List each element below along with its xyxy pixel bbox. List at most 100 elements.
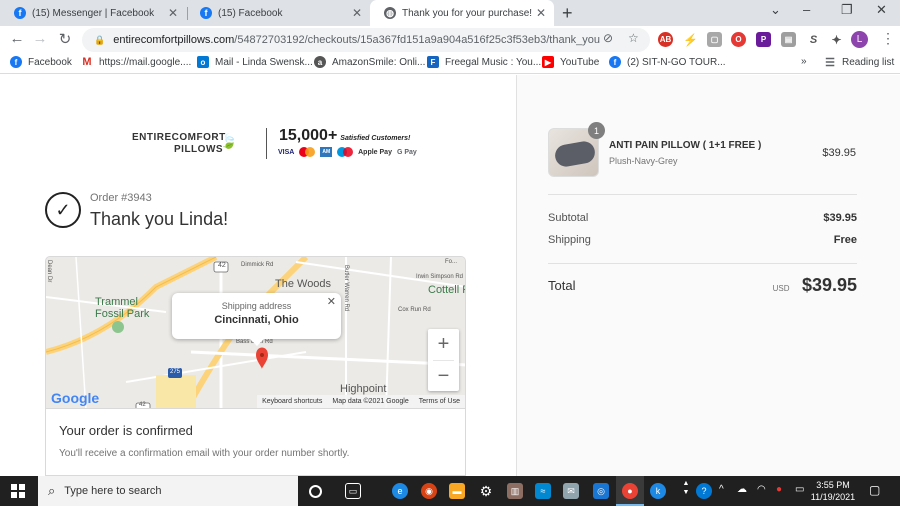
bookmark-youtube[interactable]: ▶ YouTube <box>542 56 599 68</box>
task-view-icon[interactable]: ▭ <box>345 483 361 499</box>
tray-chevron-icon[interactable]: ^ <box>719 484 724 495</box>
tab-thank-you[interactable]: ◍ Thank you for your purchase! - E ✕ <box>370 0 554 26</box>
file-explorer-icon[interactable]: ▬ <box>449 483 465 499</box>
zoom-out-button[interactable]: − <box>428 361 459 392</box>
leaf-icon: 🍃 <box>220 133 238 149</box>
confirmed-message: You'll receive a confirmation email with… <box>59 448 350 459</box>
order-summary: 1 ANTI PAIN PILLOW ( 1+1 FREE ) Plush-Na… <box>516 75 900 476</box>
close-icon[interactable]: ✕ <box>327 295 336 308</box>
puzzle-icon[interactable]: ✦ <box>829 32 844 47</box>
tab-search-icon[interactable]: ⌄ <box>770 2 781 18</box>
brand-line-2: PILLOWS <box>174 144 224 155</box>
subtotal-row: Subtotal $39.95 <box>548 212 857 224</box>
amazon-icon: a <box>314 56 326 68</box>
onedrive-icon[interactable]: ☁ <box>737 484 747 495</box>
close-tab-icon[interactable]: ✕ <box>350 6 364 20</box>
close-tab-icon[interactable]: ✕ <box>166 6 180 20</box>
brand-logo[interactable]: ENTIRECOMFORT PILLOWS 🍃 <box>132 132 237 156</box>
media-player-icon[interactable]: ◉ <box>421 483 437 499</box>
books-icon[interactable]: ▥ <box>507 483 523 499</box>
bookmark-label: Mail - Linda Swensk... <box>215 56 313 68</box>
product-variant: Plush-Navy-Grey <box>609 156 678 166</box>
google-logo[interactable]: Google <box>51 390 99 406</box>
customers-banner: 15,000+ Satisfied Customers! <box>279 127 410 145</box>
road-label: Dimmick Rd <box>241 262 274 268</box>
back-icon[interactable]: ← <box>7 30 27 47</box>
help-icon[interactable]: ? <box>696 483 712 499</box>
bookmark-amazon[interactable]: a AmazonSmile: Onli... <box>314 56 425 68</box>
keyboard-shortcuts-link[interactable]: Keyboard shortcuts <box>257 398 327 405</box>
shipping-row: Shipping Free <box>548 234 857 246</box>
facebook-icon: f <box>200 7 212 19</box>
p-extension-icon[interactable]: P <box>756 32 771 47</box>
bookmark-facebook[interactable]: f Facebook <box>10 56 72 68</box>
clock-date: 11/19/2021 <box>810 492 856 502</box>
thank-you-heading: Thank you Linda! <box>90 209 229 229</box>
phone-link-icon[interactable]: ◎ <box>593 483 609 499</box>
apple-pay-icon: Apple Pay <box>358 148 392 156</box>
mail-icon[interactable]: ✉ <box>563 483 579 499</box>
brand-line-1: ENTIRECOMFORT <box>132 132 226 143</box>
place-the-woods: The Woods <box>275 278 332 290</box>
bookmark-outlook[interactable]: o Mail - Linda Swensk... <box>197 56 313 68</box>
tab-title: (15) Messenger | Facebook <box>32 7 155 19</box>
lock-icon[interactable]: 🔒 <box>94 35 105 46</box>
bolt-extension-icon[interactable]: ⚡ <box>683 32 698 47</box>
youtube-icon: ▶ <box>542 56 554 68</box>
new-tab-button[interactable]: + <box>562 3 573 24</box>
edge-icon[interactable]: e <box>392 483 408 499</box>
reload-icon[interactable]: ↻ <box>55 30 75 48</box>
terms-of-use-link[interactable]: Terms of Use <box>414 398 465 405</box>
close-tab-icon[interactable]: ✕ <box>534 6 548 20</box>
eye-slash-icon[interactable]: ⊘ <box>603 31 613 45</box>
wifi-icon[interactable]: ◠ <box>757 484 766 495</box>
shipping-map[interactable]: 42 275 42 Dimmick Rd Dean Dr Butler Warr… <box>45 256 466 409</box>
taskbar-scroll-icon[interactable]: ▲ ▼ <box>678 480 694 496</box>
zoom-in-button[interactable]: + <box>428 329 459 360</box>
address-bar[interactable]: 🔒 entirecomfortpillows.com /54872703192/… <box>82 28 650 52</box>
road-label: Dean Dr <box>46 260 52 283</box>
windows-start-icon[interactable] <box>11 484 25 498</box>
bookmark-sit-n-go[interactable]: f (2) SIT-N-GO TOUR... <box>609 56 726 68</box>
k-app-icon[interactable]: k <box>650 483 666 499</box>
google-pay-icon: G Pay <box>396 148 417 156</box>
volume-icon[interactable]: ▭ <box>795 484 804 495</box>
facebook-icon: f <box>14 7 26 19</box>
notification-icon[interactable]: ▢ <box>869 483 880 497</box>
bookmark-label: AmazonSmile: Onli... <box>332 56 426 68</box>
settings-icon[interactable]: ⚙ <box>478 483 494 499</box>
opera-icon[interactable]: O <box>731 32 746 47</box>
tab-facebook[interactable]: f (15) Facebook ✕ <box>186 0 370 26</box>
reading-list[interactable]: ☰ Reading list <box>824 56 894 69</box>
maximize-button[interactable]: ❐ <box>841 2 853 18</box>
bookmarks-overflow[interactable]: » <box>801 56 807 67</box>
facebook-icon: f <box>609 56 621 68</box>
image-extension-icon[interactable]: ▤ <box>781 32 796 47</box>
taskbar-search[interactable]: ⌕ Type here to search <box>38 476 298 506</box>
close-window-button[interactable]: ✕ <box>876 2 887 18</box>
profile-avatar[interactable]: L <box>851 31 868 48</box>
bookmark-freegal[interactable]: F Freegal Music : You... <box>427 56 541 68</box>
boat-app-icon[interactable]: ≈ <box>535 483 551 499</box>
minimize-button[interactable]: – <box>803 2 810 17</box>
road-label: Fo... <box>445 259 458 265</box>
bookmark-gmail[interactable]: M https://mail.google.... <box>81 56 191 68</box>
cortana-icon[interactable] <box>309 485 322 498</box>
adblock-icon[interactable]: AB <box>658 32 673 47</box>
extension-icon[interactable]: ▢ <box>707 32 722 47</box>
customers-count: 15,000+ <box>279 127 338 144</box>
chrome-icon[interactable]: ● <box>622 483 638 499</box>
bookmark-star-icon[interactable]: ☆ <box>628 31 639 45</box>
route-42-label: 42 <box>218 262 226 269</box>
gmail-icon: M <box>81 56 93 68</box>
shipping-value: Free <box>833 234 857 246</box>
forward-icon[interactable]: → <box>30 30 50 47</box>
checkmark-icon: ✓ <box>45 192 81 228</box>
menu-icon[interactable]: ⋮ <box>881 30 895 47</box>
s-extension-icon[interactable]: S <box>806 32 821 47</box>
total-label: Total <box>548 278 576 293</box>
system-clock[interactable]: 3:55 PM 11/19/2021 <box>808 479 858 503</box>
tab-messenger[interactable]: f (15) Messenger | Facebook ✕ <box>0 0 186 26</box>
record-icon[interactable]: ● <box>776 484 782 495</box>
road-label: Cox Run Rd <box>398 307 431 313</box>
